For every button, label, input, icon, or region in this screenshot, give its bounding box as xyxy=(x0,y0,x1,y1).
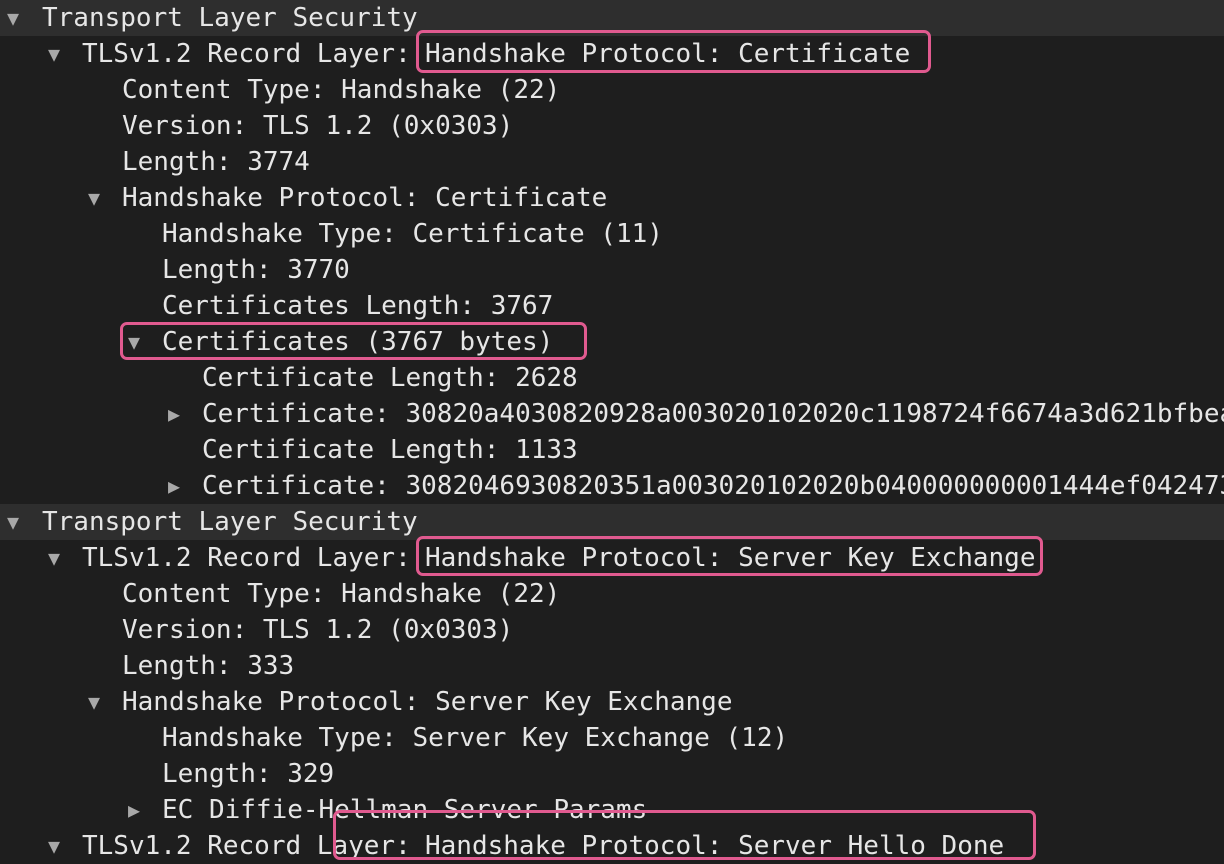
node-label: Length: 3774 xyxy=(122,147,310,177)
record-layer-name: Handshake Protocol: Server Hello Done xyxy=(425,831,1005,861)
tree-leaf-certificates-length[interactable]: Certificates Length: 3767 xyxy=(0,288,1224,324)
tree-node-tls-1[interactable]: ▼ Transport Layer Security xyxy=(0,0,1224,36)
node-label: Transport Layer Security xyxy=(42,3,418,33)
tree-leaf-content-type[interactable]: Content Type: Handshake (22) xyxy=(0,576,1224,612)
tree-node-certificate[interactable]: ▶ Certificate: 3082046930820351a00302010… xyxy=(0,468,1224,504)
tree-leaf-length[interactable]: Length: 333 xyxy=(0,648,1224,684)
record-layer-prefix: TLSv1.2 Record Layer: xyxy=(82,39,411,69)
tree-node-record-layer-certificate[interactable]: ▼ TLSv1.2 Record Layer: Handshake Protoc… xyxy=(0,36,1224,72)
tree-leaf-handshake-length[interactable]: Length: 329 xyxy=(0,756,1224,792)
node-label: Transport Layer Security xyxy=(42,507,418,537)
node-label: Handshake Protocol: Server Key Exchange xyxy=(122,687,733,717)
tree-node-handshake-certificate[interactable]: ▼ Handshake Protocol: Certificate xyxy=(0,180,1224,216)
tree-node-record-layer-server-key-exchange[interactable]: ▼ TLSv1.2 Record Layer: Handshake Protoc… xyxy=(0,540,1224,576)
node-label: Length: 3770 xyxy=(162,255,350,285)
tree-node-certificates[interactable]: ▼ Certificates (3767 bytes) xyxy=(0,324,1224,360)
node-label: Version: TLS 1.2 (0x0303) xyxy=(122,111,514,141)
node-label: Length: 333 xyxy=(122,651,295,681)
record-layer-prefix: TLSv1.2 Record Layer: xyxy=(82,831,411,861)
record-layer-name: Handshake Protocol: Server Key Exchange xyxy=(425,543,1036,573)
collapse-triangle-icon[interactable]: ▶ xyxy=(122,792,146,828)
tree-leaf-certificate-length[interactable]: Certificate Length: 2628 xyxy=(0,360,1224,396)
node-label: Version: TLS 1.2 (0x0303) xyxy=(122,615,514,645)
tree-node-tls-2[interactable]: ▼ Transport Layer Security xyxy=(0,504,1224,540)
record-layer-prefix: TLSv1.2 Record Layer: xyxy=(82,543,411,573)
node-label: Certificates (3767 bytes) xyxy=(162,327,554,357)
node-label: Certificate Length: 2628 xyxy=(202,363,578,393)
record-layer-name: Handshake Protocol: Certificate xyxy=(425,39,911,69)
tree-node-ec-dh-params[interactable]: ▶ EC Diffie-Hellman Server Params xyxy=(0,792,1224,828)
node-label: Certificate Length: 1133 xyxy=(202,435,578,465)
expand-triangle-icon[interactable]: ▼ xyxy=(1,504,25,540)
expand-triangle-icon[interactable]: ▼ xyxy=(42,828,66,864)
node-label: Content Type: Handshake (22) xyxy=(122,579,561,609)
node-label: Certificate: 3082046930820351a0030201020… xyxy=(202,471,1224,501)
expand-triangle-icon[interactable]: ▼ xyxy=(82,684,106,720)
tree-node-certificate[interactable]: ▶ Certificate: 30820a4030820928a00302010… xyxy=(0,396,1224,432)
node-label: Handshake Type: Server Key Exchange (12) xyxy=(162,723,789,753)
node-label: Certificates Length: 3767 xyxy=(162,291,554,321)
node-label: Content Type: Handshake (22) xyxy=(122,75,561,105)
tree-leaf-length[interactable]: Length: 3774 xyxy=(0,144,1224,180)
node-label: Length: 329 xyxy=(162,759,335,789)
collapse-triangle-icon[interactable]: ▶ xyxy=(162,396,186,432)
expand-triangle-icon[interactable]: ▼ xyxy=(1,0,25,36)
expand-triangle-icon[interactable]: ▼ xyxy=(42,540,66,576)
expand-triangle-icon[interactable]: ▼ xyxy=(122,324,146,360)
tree-leaf-version[interactable]: Version: TLS 1.2 (0x0303) xyxy=(0,108,1224,144)
packet-details-tree: ▼ Transport Layer Security ▼ TLSv1.2 Rec… xyxy=(0,0,1224,864)
expand-triangle-icon[interactable]: ▼ xyxy=(82,180,106,216)
node-label: Certificate: 30820a4030820928a0030201020… xyxy=(202,399,1224,429)
expand-triangle-icon[interactable]: ▼ xyxy=(42,36,66,72)
node-label: Handshake Type: Certificate (11) xyxy=(162,219,663,249)
tree-leaf-handshake-length[interactable]: Length: 3770 xyxy=(0,252,1224,288)
node-label: EC Diffie-Hellman Server Params xyxy=(162,795,648,825)
tree-leaf-version[interactable]: Version: TLS 1.2 (0x0303) xyxy=(0,612,1224,648)
tree-leaf-handshake-type[interactable]: Handshake Type: Certificate (11) xyxy=(0,216,1224,252)
tree-leaf-handshake-type[interactable]: Handshake Type: Server Key Exchange (12) xyxy=(0,720,1224,756)
node-label: Handshake Protocol: Certificate xyxy=(122,183,608,213)
tree-leaf-content-type[interactable]: Content Type: Handshake (22) xyxy=(0,72,1224,108)
collapse-triangle-icon[interactable]: ▶ xyxy=(162,468,186,504)
tree-node-handshake-server-key-exchange[interactable]: ▼ Handshake Protocol: Server Key Exchang… xyxy=(0,684,1224,720)
tree-node-record-layer-server-hello-done[interactable]: ▼ TLSv1.2 Record Layer: Handshake Protoc… xyxy=(0,828,1224,864)
tree-leaf-certificate-length[interactable]: Certificate Length: 1133 xyxy=(0,432,1224,468)
